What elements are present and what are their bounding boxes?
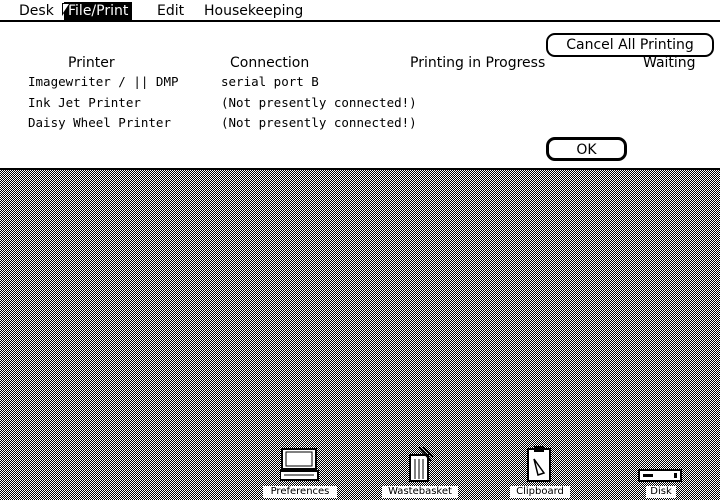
printer-connection: (Not presently connected!) (221, 95, 417, 110)
menu-housekeeping[interactable]: Housekeeping (200, 2, 307, 20)
menu-edit[interactable]: Edit (153, 2, 188, 20)
desktop: Preferences Wastebasket Clipboard Disk (0, 170, 720, 500)
computer-icon (279, 448, 319, 481)
column-header-connection: Connection (230, 55, 310, 71)
column-header-printer: Printer (68, 55, 115, 71)
printer-connection: serial port B (221, 74, 319, 89)
disk-desktop-icon[interactable] (638, 468, 682, 487)
printer-name: Ink Jet Printer (28, 95, 141, 110)
desktop-icon-label[interactable]: Disk (646, 486, 676, 498)
printer-connection: (Not presently connected!) (221, 115, 417, 130)
wastebasket-icon (409, 446, 434, 482)
menu-bar: Desk File/Print Edit Housekeeping (0, 0, 720, 22)
printer-name: Daisy Wheel Printer (28, 115, 171, 130)
disk-icon (638, 469, 682, 482)
desktop-icon-label[interactable]: Preferences (263, 486, 337, 498)
preferences-desktop-icon[interactable] (279, 447, 320, 487)
desktop-icon-label[interactable]: Wastebasket (382, 486, 458, 498)
clipboard-desktop-icon[interactable] (526, 445, 552, 487)
column-header-waiting: Waiting (643, 55, 696, 71)
cancel-all-printing-button[interactable]: Cancel All Printing (546, 33, 714, 57)
print-status-dialog: Cancel All Printing Printer Connection P… (0, 22, 720, 170)
menu-desk[interactable]: Desk (15, 2, 58, 20)
ok-button[interactable]: OK (546, 137, 627, 161)
column-header-printing: Printing in Progress (410, 55, 546, 71)
printer-name: Imagewriter / || DMP (28, 74, 179, 89)
mouse-pointer-icon (62, 3, 71, 16)
wastebasket-desktop-icon[interactable] (405, 446, 435, 487)
desktop-icon-label[interactable]: Clipboard (510, 486, 570, 498)
clipboard-icon (527, 446, 551, 482)
menu-file-print[interactable]: File/Print (64, 2, 133, 20)
